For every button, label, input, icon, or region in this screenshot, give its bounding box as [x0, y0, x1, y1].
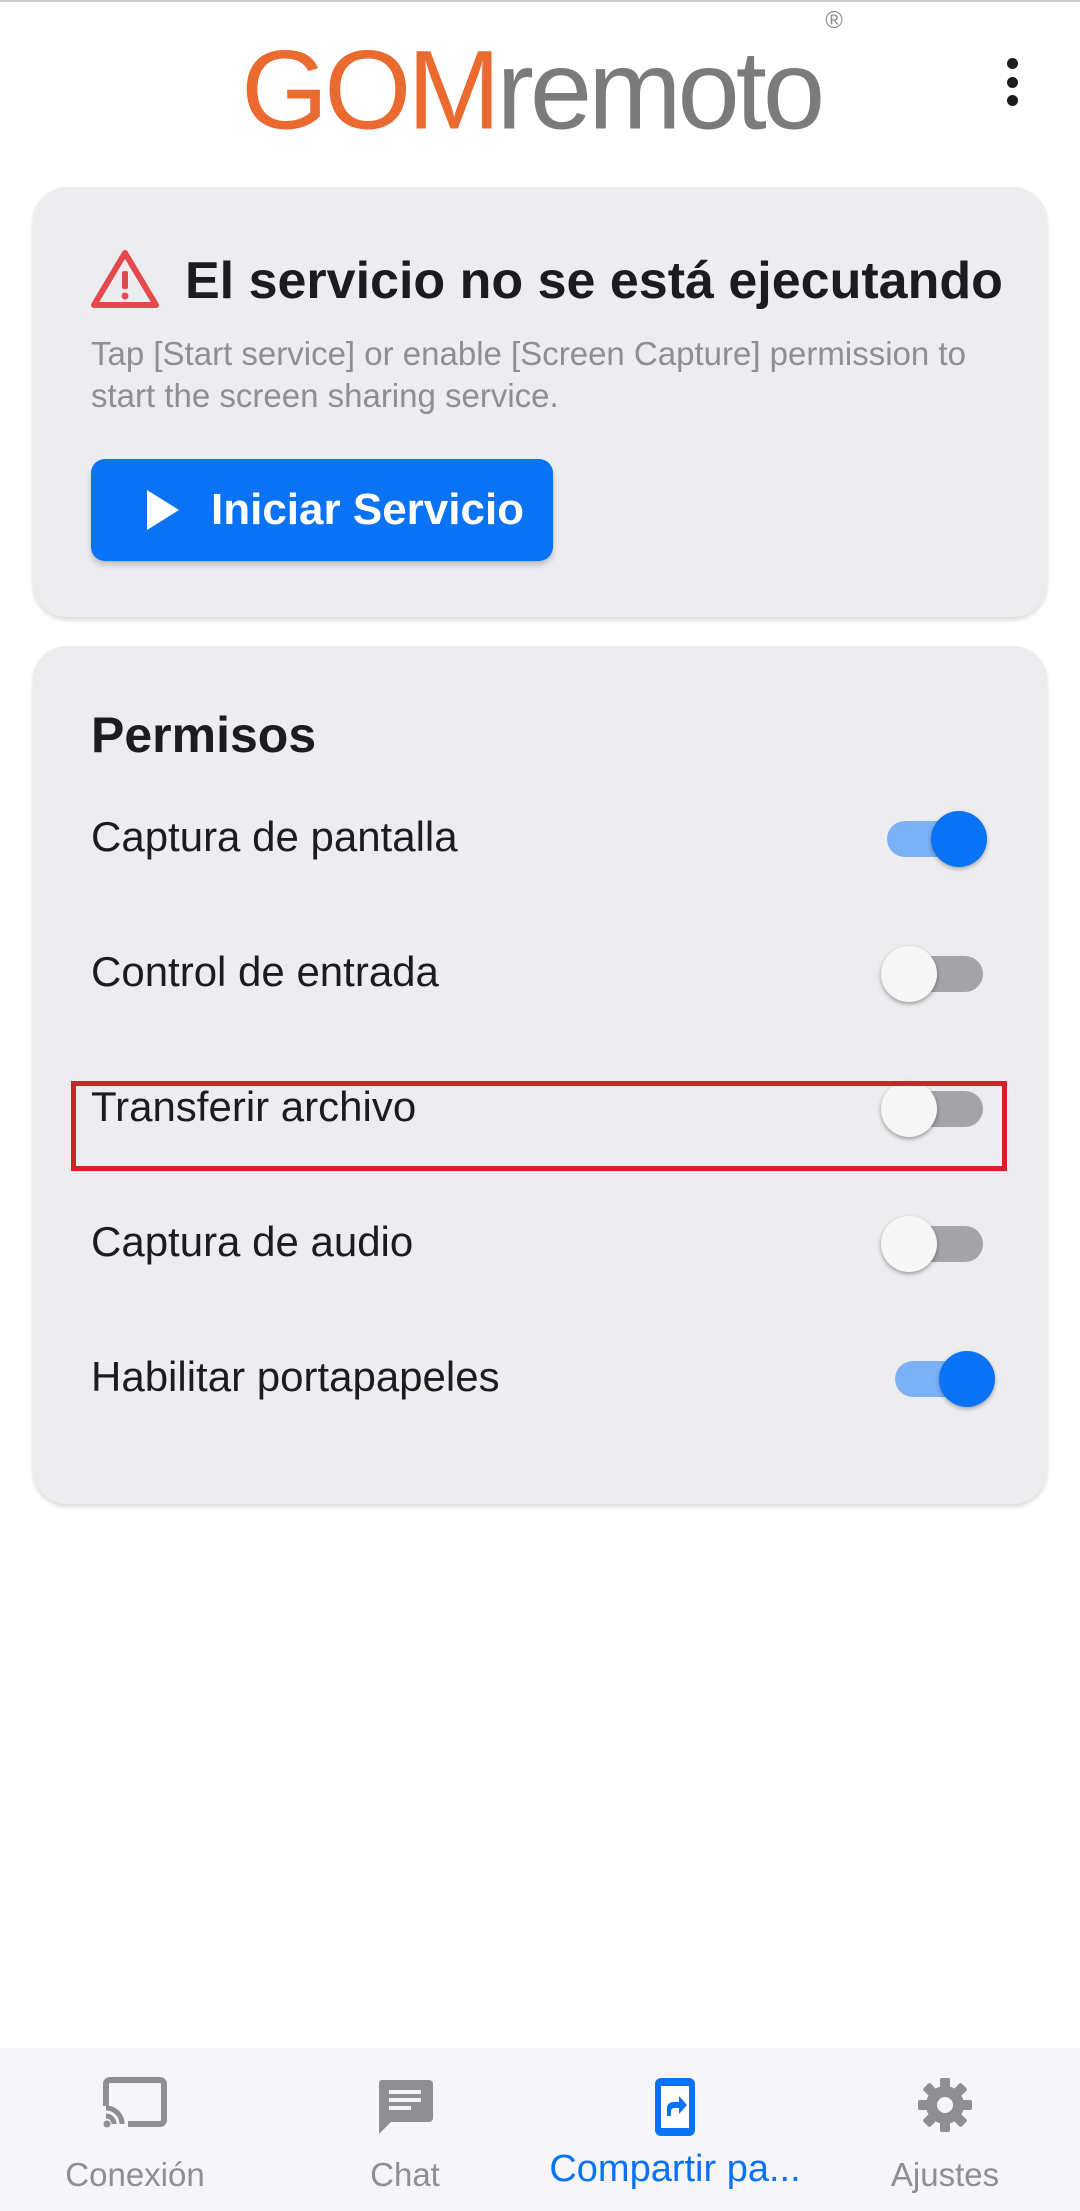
cast-icon: [102, 2077, 167, 2132]
nav-label: Chat: [370, 2156, 440, 2193]
audio-capture-toggle[interactable]: [881, 1214, 989, 1274]
nav-label: Conexión: [65, 2156, 205, 2193]
app-logo: GOMremoto®: [0, 7, 1080, 155]
permissions-title: Permisos: [91, 707, 317, 763]
input-control-toggle[interactable]: [881, 944, 989, 1004]
gear-icon: [918, 2078, 972, 2132]
nav-item-share-screen[interactable]: Compartir pa...: [540, 2048, 810, 2211]
permission-label: Transferir archivo: [91, 1083, 417, 1130]
service-description: Tap [Start service] or enable [Screen Ca…: [91, 335, 966, 414]
permission-label: Control de entrada: [91, 948, 439, 995]
logo-registered-mark: ®: [825, 7, 843, 34]
start-service-button[interactable]: Iniciar Servicio: [91, 459, 553, 561]
nav-item-connection[interactable]: Conexión: [0, 2048, 270, 2211]
nav-item-chat[interactable]: Chat: [270, 2048, 540, 2211]
permission-row-audio-capture: Captura de audio: [91, 1192, 1001, 1288]
clipboard-toggle[interactable]: [889, 1349, 997, 1409]
logo-rest: remoto: [496, 27, 826, 153]
start-service-label: Iniciar Servicio: [211, 485, 525, 534]
permission-row-input-control: Control de entrada: [91, 922, 1001, 1018]
permission-row-clipboard: Habilitar portapapeles: [91, 1327, 1001, 1423]
file-transfer-toggle[interactable]: [881, 1079, 989, 1139]
permission-label: Captura de audio: [91, 1218, 414, 1265]
play-icon: [147, 490, 179, 530]
nav-label: Ajustes: [890, 2156, 1000, 2193]
app-header: GOMremoto®: [0, 0, 1080, 165]
screen-capture-toggle[interactable]: [881, 809, 989, 869]
nav-item-settings[interactable]: Ajustes: [810, 2048, 1080, 2211]
bottom-navigation: Conexión Chat Compartir pa... Ajustes: [0, 2048, 1080, 2211]
permission-label: Captura de pantalla: [91, 813, 458, 860]
permissions-card: Permisos Captura de pantalla Control de …: [33, 646, 1047, 1504]
chat-icon: [378, 2080, 433, 2134]
permission-row-file-transfer: Transferir archivo: [91, 1057, 1001, 1153]
nav-label: Compartir pa...: [549, 2148, 801, 2190]
logo-brand: GOM: [241, 27, 501, 153]
permission-label: Habilitar portapapeles: [91, 1353, 500, 1400]
more-vert-icon[interactable]: [990, 52, 1034, 112]
permission-row-screen-capture: Captura de pantalla: [91, 787, 1001, 883]
service-status-title: El servicio no se está ejecutando: [185, 252, 1003, 310]
warning-icon: [91, 250, 159, 308]
share-screen-icon: [655, 2078, 695, 2136]
service-status-card: El servicio no se está ejecutando Tap [S…: [33, 187, 1047, 617]
